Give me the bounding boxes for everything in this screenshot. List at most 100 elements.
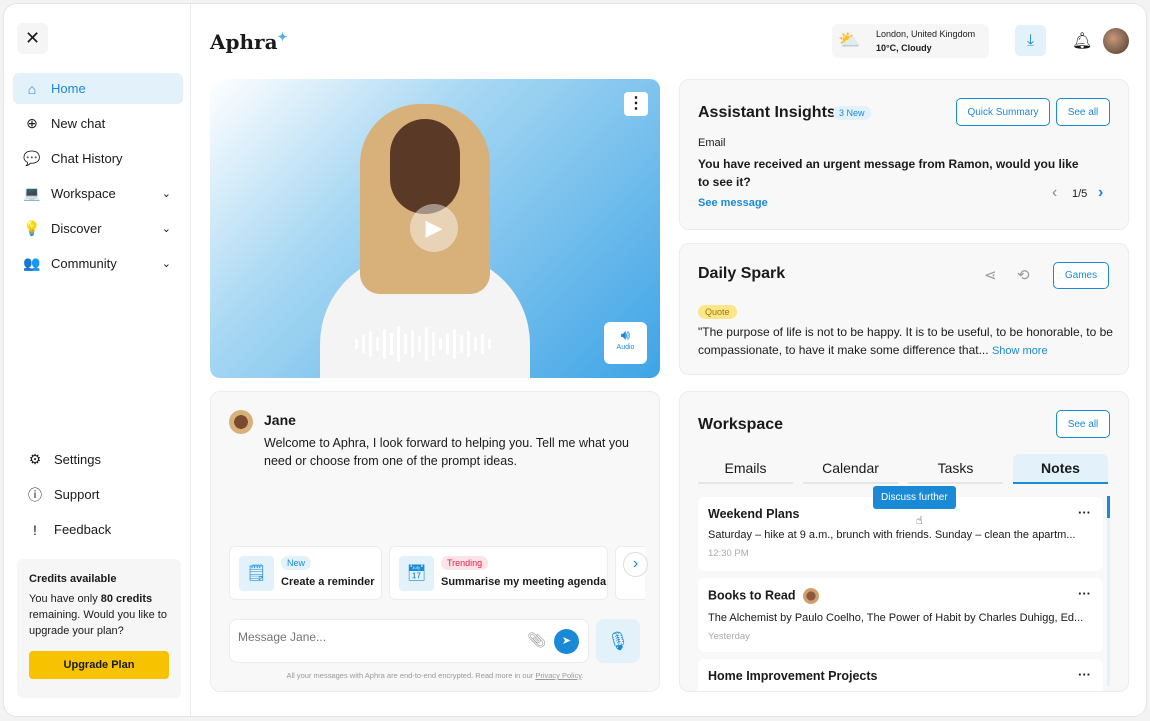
prompts-next-button[interactable]: ›	[623, 552, 648, 577]
sidebar-item-feedback[interactable]: ! Feedback	[16, 514, 186, 545]
jane-avatar	[229, 410, 253, 434]
logo: Aphra✦	[210, 30, 288, 54]
note-item[interactable]: Books to Read The Alchemist by Paulo Coe…	[698, 578, 1103, 652]
user-avatar[interactable]	[1103, 28, 1129, 54]
upgrade-plan-button[interactable]: Upgrade Plan	[29, 651, 169, 679]
refresh-icon[interactable]: ⟲	[1017, 266, 1030, 284]
nav-label: Community	[51, 256, 117, 271]
app-window: ✕ ⌂ Home ⊕ New chat 💬 Chat History 💻 Workspa…	[3, 3, 1147, 717]
nav-label: New chat	[51, 116, 106, 131]
assistant-insights-card: Assistant Insights 3 New Quick Summary S…	[679, 79, 1129, 230]
sidebar-item-workspace[interactable]: 💻 Workspace ⌄	[13, 178, 183, 209]
play-icon: ▶	[425, 215, 443, 240]
attach-icon[interactable]: 📎︎	[527, 631, 546, 649]
chat-history-icon: 💬	[23, 150, 41, 166]
waveform-bar	[474, 337, 477, 351]
sidebar-item-support[interactable]: ⓘ Support	[16, 479, 186, 510]
collaborator-avatar	[803, 588, 819, 604]
credits-text: You have only 80 credits remaining. Woul…	[29, 591, 169, 639]
download-button[interactable]: ⤓	[1015, 25, 1046, 56]
privacy-policy-link[interactable]: Privacy Policy	[535, 671, 581, 680]
credits-amount: 80 credits	[100, 593, 153, 605]
scrollbar-thumb[interactable]	[1107, 496, 1110, 518]
note-title: Books to Read	[708, 588, 796, 603]
note-menu-icon[interactable]: ···	[1078, 586, 1091, 601]
note-item[interactable]: Home Improvement Projects ···	[698, 659, 1103, 691]
nav-label: Feedback	[54, 522, 112, 537]
more-options-button[interactable]: ⋮	[624, 92, 648, 116]
insights-title: Assistant Insights	[698, 104, 836, 121]
waveform-bar	[467, 331, 470, 357]
prompt-create-reminder[interactable]: 🗒︎ New Create a reminder	[229, 546, 382, 600]
waveform-bar	[390, 333, 393, 355]
sidebar-item-home[interactable]: ⌂ Home	[13, 73, 183, 104]
insight-message: You have received an urgent message from…	[698, 157, 1079, 189]
credits-panel: Credits available You have only 80 credi…	[17, 559, 181, 698]
workspace-see-all-button[interactable]: See all	[1056, 410, 1110, 438]
sidebar-item-settings[interactable]: ⚙ Settings	[16, 444, 186, 475]
credits-title: Credits available	[29, 573, 117, 585]
notes-scrollbar[interactable]	[1107, 496, 1110, 686]
play-button[interactable]: ▶	[410, 204, 458, 252]
waveform-bar	[397, 326, 400, 362]
close-icon: ✕	[24, 28, 41, 48]
weather-location: London, United Kingdom	[876, 29, 976, 39]
next-insight-button[interactable]: ›	[1098, 184, 1103, 202]
notes-icon: 🗒︎	[239, 556, 274, 591]
audio-button[interactable]: 🔊︎ Audio	[604, 322, 647, 364]
insights-see-all-button[interactable]: See all	[1056, 98, 1110, 126]
sidebar: ✕ ⌂ Home ⊕ New chat 💬 Chat History 💻 Workspa…	[4, 4, 191, 716]
tab-calendar[interactable]: Calendar	[803, 454, 898, 484]
download-icon: ⤓	[1026, 32, 1035, 49]
prev-insight-button[interactable]: ‹	[1052, 184, 1057, 202]
home-icon: ⌂	[27, 80, 37, 97]
footer-end: .	[581, 671, 584, 680]
community-icon: 👥	[23, 255, 41, 271]
assistant-name: Jane	[264, 412, 296, 428]
discuss-further-tooltip[interactable]: Discuss further	[873, 486, 956, 509]
weather-widget: ⛅ London, United Kingdom 10°C, Cloudy	[832, 24, 989, 58]
speaker-icon: 🔊︎	[620, 327, 631, 344]
calendar-icon: 📅︎	[399, 556, 434, 591]
credits-pre: You have only	[29, 593, 101, 605]
microphone-button[interactable]: 🎙︎	[596, 619, 640, 663]
prompt-label: Create a reminder	[281, 576, 375, 588]
close-sidebar-button[interactable]: ✕	[17, 23, 48, 54]
see-message-link[interactable]: See message	[698, 197, 768, 209]
sidebar-item-community[interactable]: 👥 Community ⌄	[13, 248, 183, 279]
footer-text: All your messages with Aphra are end-to-…	[286, 671, 536, 680]
encryption-notice: All your messages with Aphra are end-to-…	[211, 671, 659, 680]
waveform-bar	[446, 333, 449, 355]
chevron-down-icon: ⌄	[161, 258, 171, 270]
note-time: Yesterday	[708, 631, 750, 642]
sidebar-item-chat-history[interactable]: 💬 Chat History	[13, 143, 183, 174]
tab-emails[interactable]: Emails	[698, 454, 793, 484]
share-icon[interactable]: ⋖	[984, 266, 997, 284]
tab-tasks[interactable]: Tasks	[908, 454, 1003, 484]
nav-label: Discover	[51, 221, 102, 236]
logo-text: Aphra	[210, 30, 278, 54]
waveform-bar	[460, 335, 463, 353]
note-time: 12:30 PM	[708, 548, 749, 559]
weather-condition: 10°C, Cloudy	[876, 43, 932, 53]
note-title: Weekend Plans	[708, 507, 800, 521]
lightbulb-icon: 💡	[23, 220, 41, 236]
waveform-bar	[432, 332, 435, 356]
sidebar-item-new-chat[interactable]: ⊕ New chat	[13, 108, 183, 139]
notification-bell-icon[interactable]: 🔔︎	[1072, 31, 1092, 51]
show-more-link[interactable]: Show more	[992, 345, 1048, 357]
note-menu-icon[interactable]: ···	[1078, 505, 1091, 520]
sidebar-item-discover[interactable]: 💡 Discover ⌄	[13, 213, 183, 244]
vertical-dots-icon: ⋮	[628, 95, 644, 112]
tab-notes[interactable]: Notes	[1013, 454, 1108, 484]
waveform-bar	[369, 331, 372, 357]
prompt-summarise-agenda[interactable]: 📅︎ Trending Summarise my meeting agenda	[389, 546, 608, 600]
quick-summary-button[interactable]: Quick Summary	[956, 98, 1050, 126]
video-player[interactable]: ▶ ⋮ 🔊︎ Audio	[210, 79, 660, 378]
new-badge: New	[281, 556, 312, 570]
message-input[interactable]	[238, 630, 518, 644]
send-button[interactable]: ➤	[554, 629, 579, 654]
note-menu-icon[interactable]: ···	[1078, 667, 1091, 682]
message-input-box[interactable]: 📎︎ ➤	[229, 619, 589, 663]
games-button[interactable]: Games	[1053, 262, 1109, 289]
